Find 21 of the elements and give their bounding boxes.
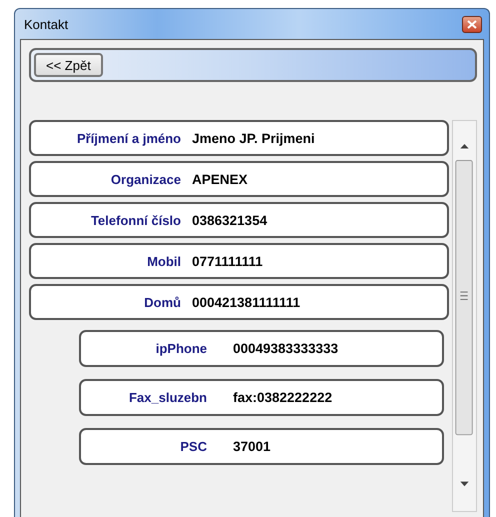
field-label: PSC xyxy=(179,439,207,454)
field-value: APENEX xyxy=(192,172,248,186)
field-value: 000421381111111 xyxy=(192,294,300,310)
field-label: ipPhone xyxy=(154,341,207,356)
field-value: fax:0382222222 xyxy=(233,390,332,405)
field-label: Telefonní číslo xyxy=(90,212,181,230)
window-title: Kontakt xyxy=(24,16,68,32)
field-label: Domů xyxy=(143,294,181,312)
field-value: Jmeno JP. Prijmeni xyxy=(192,130,315,146)
close-icon xyxy=(467,20,477,28)
field-value: 0771111111 xyxy=(192,254,263,268)
field-value: 00049383333333 xyxy=(233,341,338,356)
field-value: 37001 xyxy=(233,439,271,454)
field-label: Mobil xyxy=(146,252,181,270)
field-label: Příjmení a jméno xyxy=(76,130,181,148)
close-button[interactable] xyxy=(462,16,482,32)
back-button[interactable]: << Zpět xyxy=(34,53,103,77)
vertical-scrollbar[interactable] xyxy=(452,120,477,512)
field-label: Organizace xyxy=(110,170,181,189)
field-value: 0386321354 xyxy=(192,212,268,228)
field-label: Fax_sluzebn xyxy=(128,390,207,405)
